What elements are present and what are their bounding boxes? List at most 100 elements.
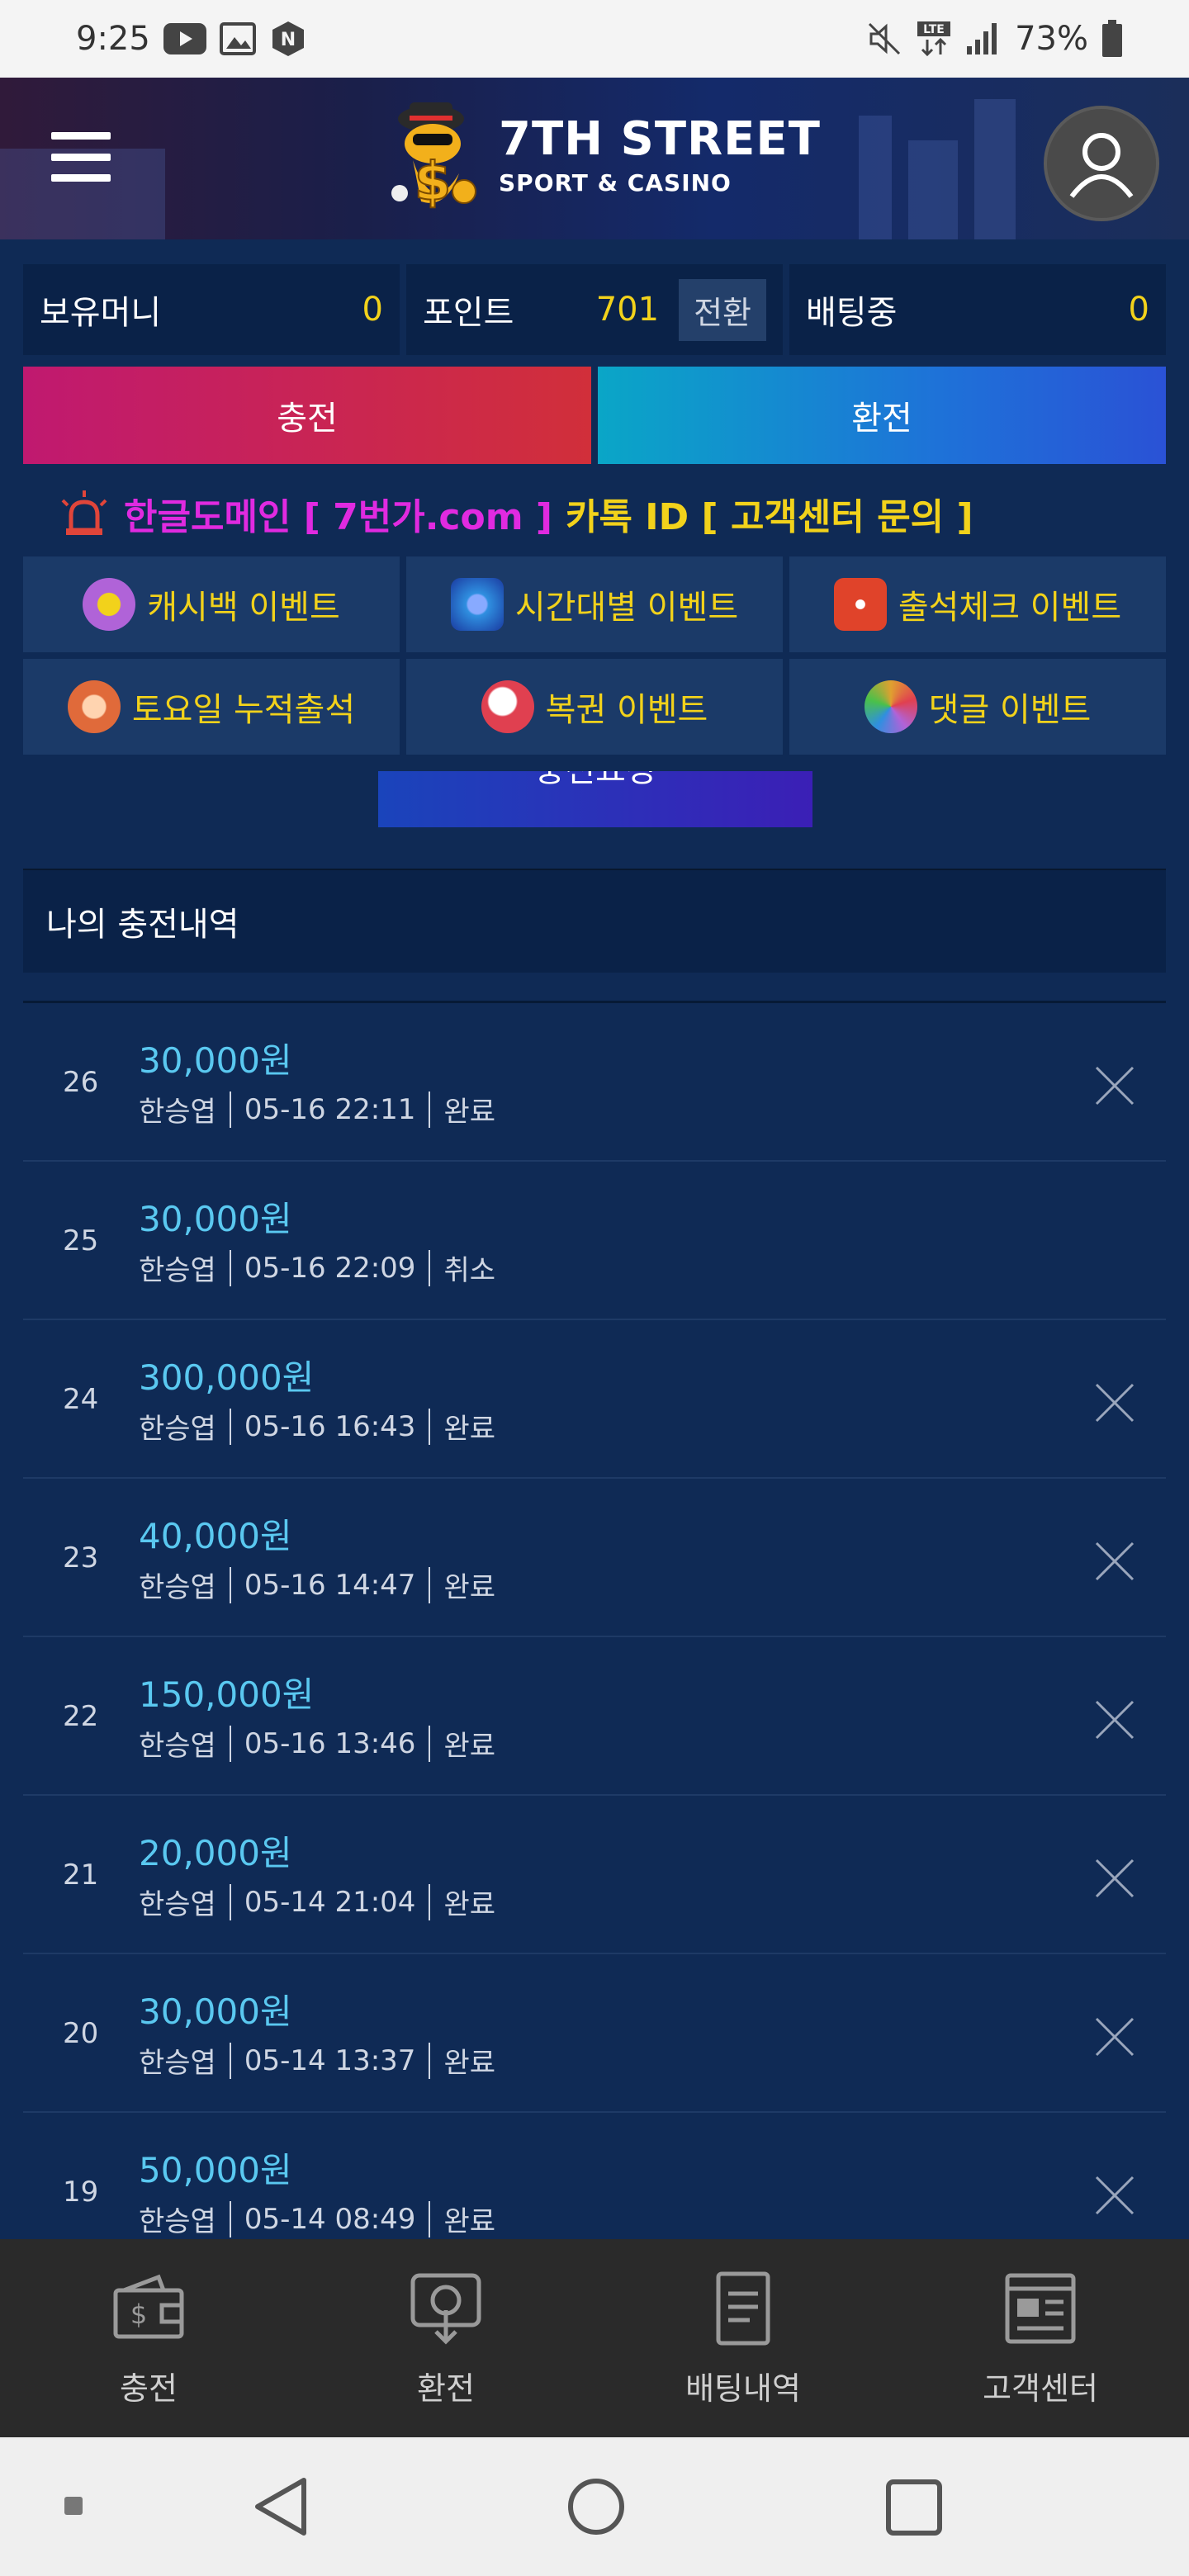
lte-icon: LTE bbox=[916, 20, 952, 58]
betting-balance: 배팅중 0 bbox=[789, 264, 1166, 355]
tab-bet-history[interactable]: 배팅내역 bbox=[594, 2239, 892, 2437]
row-number: 26 bbox=[63, 1066, 99, 1099]
wheel-icon bbox=[864, 680, 917, 733]
charge-request-button[interactable]: 충전요청 bbox=[378, 771, 812, 827]
close-icon[interactable] bbox=[1093, 1857, 1136, 1900]
event-cashback-button[interactable]: 캐시백 이벤트 bbox=[23, 556, 400, 652]
row-amount: 30,000원 bbox=[139, 1199, 292, 1239]
close-icon[interactable] bbox=[1093, 1064, 1136, 1107]
row-meta: 한승엽 05-14 08:49 완료 bbox=[139, 2199, 495, 2239]
close-icon[interactable] bbox=[1093, 1381, 1136, 1424]
row-time: 05-16 22:11 bbox=[244, 1092, 416, 1126]
withdraw-icon bbox=[410, 2273, 481, 2345]
gallery-icon bbox=[219, 22, 256, 55]
table-row: 20 30,000원 한승엽 05-14 13:37 완료 bbox=[23, 1954, 1166, 2113]
recent-dot-icon bbox=[64, 2497, 83, 2515]
bottom-tab-bar: $ 충전 환전 배팅내역 고객센터 bbox=[0, 2239, 1189, 2437]
event-grid: 캐시백 이벤트 시간대별 이벤트 출석체크 이벤트 토요일 누적출석 복권 이벤… bbox=[23, 556, 1166, 755]
row-time: 05-16 13:46 bbox=[244, 1726, 416, 1760]
site-header: $ 7TH STREET SPORT & CASINO bbox=[0, 78, 1189, 239]
row-meta: 한승엽 05-16 16:43 완료 bbox=[139, 1406, 495, 1447]
row-number: 24 bbox=[63, 1383, 99, 1416]
money-value: 0 bbox=[362, 291, 383, 329]
table-row: 19 50,000원 한승엽 05-14 08:49 완료 bbox=[23, 2113, 1166, 2239]
logo-subtitle: SPORT & CASINO bbox=[499, 168, 732, 197]
row-status: 완료 bbox=[443, 1413, 495, 1446]
tab-label: 환전 bbox=[417, 2370, 475, 2407]
close-icon[interactable] bbox=[1093, 1540, 1136, 1583]
lottery-ball-icon bbox=[481, 680, 534, 733]
row-meta: 한승엽 05-16 13:46 완료 bbox=[139, 1723, 495, 1764]
notice-kakao: 카톡 ID [ 고객센터 문의 ] bbox=[566, 496, 973, 538]
event-label: 출석체크 이벤트 bbox=[898, 589, 1122, 627]
cashback-coin-icon bbox=[83, 578, 136, 631]
dice-icon bbox=[833, 578, 887, 631]
notice-domain: 한글도메인 [ 7번가.com ] bbox=[124, 496, 553, 538]
point-balance: 포인트 701 전환 bbox=[406, 264, 783, 355]
chip-icon bbox=[67, 680, 121, 733]
money-balance: 보유머니 0 bbox=[23, 264, 400, 355]
row-name: 한승엽 bbox=[139, 1096, 216, 1129]
home-icon[interactable] bbox=[566, 2477, 626, 2536]
alarm-icon bbox=[61, 490, 107, 535]
row-number: 21 bbox=[63, 1859, 99, 1892]
tab-exchange[interactable]: 환전 bbox=[297, 2239, 594, 2437]
logo-text: 7TH STREET SPORT & CASINO bbox=[499, 116, 821, 197]
close-icon[interactable] bbox=[1093, 2174, 1136, 2217]
point-label: 포인트 bbox=[423, 294, 514, 332]
battery-percent: 73% bbox=[1015, 20, 1088, 58]
row-time: 05-16 22:09 bbox=[244, 1251, 416, 1285]
logo-title: 7TH STREET bbox=[499, 111, 821, 166]
row-name: 한승엽 bbox=[139, 2205, 216, 2238]
event-saturday-button[interactable]: 토요일 누적출석 bbox=[23, 659, 400, 755]
row-status: 완료 bbox=[443, 1571, 495, 1604]
menu-icon[interactable] bbox=[51, 132, 111, 182]
close-icon[interactable] bbox=[1093, 2015, 1136, 2058]
tab-charge[interactable]: $ 충전 bbox=[0, 2239, 297, 2437]
exchange-button[interactable]: 환전 bbox=[598, 367, 1166, 464]
back-icon[interactable] bbox=[253, 2477, 310, 2536]
table-row: 24 300,000원 한승엽 05-16 16:43 완료 bbox=[23, 1320, 1166, 1479]
event-label: 댓글 이벤트 bbox=[928, 691, 1092, 729]
site-logo[interactable]: $ 7TH STREET SPORT & CASINO bbox=[380, 94, 821, 218]
charge-request-label: 충전요청 bbox=[378, 771, 812, 791]
recents-icon[interactable] bbox=[885, 2479, 943, 2536]
status-time: 9:25 bbox=[76, 20, 150, 58]
svg-text:$: $ bbox=[414, 152, 452, 213]
row-time: 05-14 08:49 bbox=[244, 2202, 416, 2236]
table-row: 22 150,000원 한승엽 05-16 13:46 완료 bbox=[23, 1637, 1166, 1796]
history-title-text: 나의 충전내역 bbox=[46, 906, 239, 944]
tab-customer-center[interactable]: 고객센터 bbox=[892, 2239, 1189, 2437]
svg-text:$: $ bbox=[130, 2299, 147, 2330]
event-comment-button[interactable]: 댓글 이벤트 bbox=[789, 659, 1166, 755]
document-icon bbox=[716, 2271, 770, 2345]
event-timezone-button[interactable]: 시간대별 이벤트 bbox=[406, 556, 783, 652]
row-status: 완료 bbox=[443, 2205, 495, 2238]
row-name: 한승엽 bbox=[139, 1730, 216, 1763]
user-avatar-button[interactable] bbox=[1044, 106, 1159, 221]
event-lottery-button[interactable]: 복권 이벤트 bbox=[406, 659, 783, 755]
row-amount: 30,000원 bbox=[139, 1040, 292, 1081]
charge-button[interactable]: 충전 bbox=[23, 367, 591, 464]
row-name: 한승엽 bbox=[139, 1571, 216, 1604]
row-amount: 40,000원 bbox=[139, 1516, 292, 1556]
tab-label: 고객센터 bbox=[983, 2370, 1098, 2407]
youtube-icon bbox=[163, 23, 206, 54]
user-icon bbox=[1069, 133, 1134, 198]
domain-notice: 한글도메인 [ 7번가.com ] 카톡 ID [ 고객센터 문의 ] bbox=[58, 485, 973, 542]
row-status: 완료 bbox=[443, 1730, 495, 1763]
event-attendance-button[interactable]: 출석체크 이벤트 bbox=[789, 556, 1166, 652]
row-time: 05-16 16:43 bbox=[244, 1409, 416, 1443]
close-icon[interactable] bbox=[1093, 1698, 1136, 1741]
table-row: 26 30,000원 한승엽 05-16 22:11 완료 bbox=[23, 1003, 1166, 1162]
event-label: 캐시백 이벤트 bbox=[147, 589, 340, 627]
row-name: 한승엽 bbox=[139, 1413, 216, 1446]
status-right: LTE 73% bbox=[866, 20, 1123, 58]
background-decor bbox=[908, 140, 958, 239]
mascot-logo-icon: $ bbox=[391, 102, 476, 214]
system-nav-bar bbox=[0, 2437, 1189, 2576]
row-meta: 한승엽 05-16 14:47 완료 bbox=[139, 1565, 495, 1605]
row-meta: 한승엽 05-16 22:09 취소 bbox=[139, 1248, 495, 1288]
money-label: 보유머니 bbox=[40, 294, 162, 332]
convert-point-button[interactable]: 전환 bbox=[679, 278, 766, 341]
